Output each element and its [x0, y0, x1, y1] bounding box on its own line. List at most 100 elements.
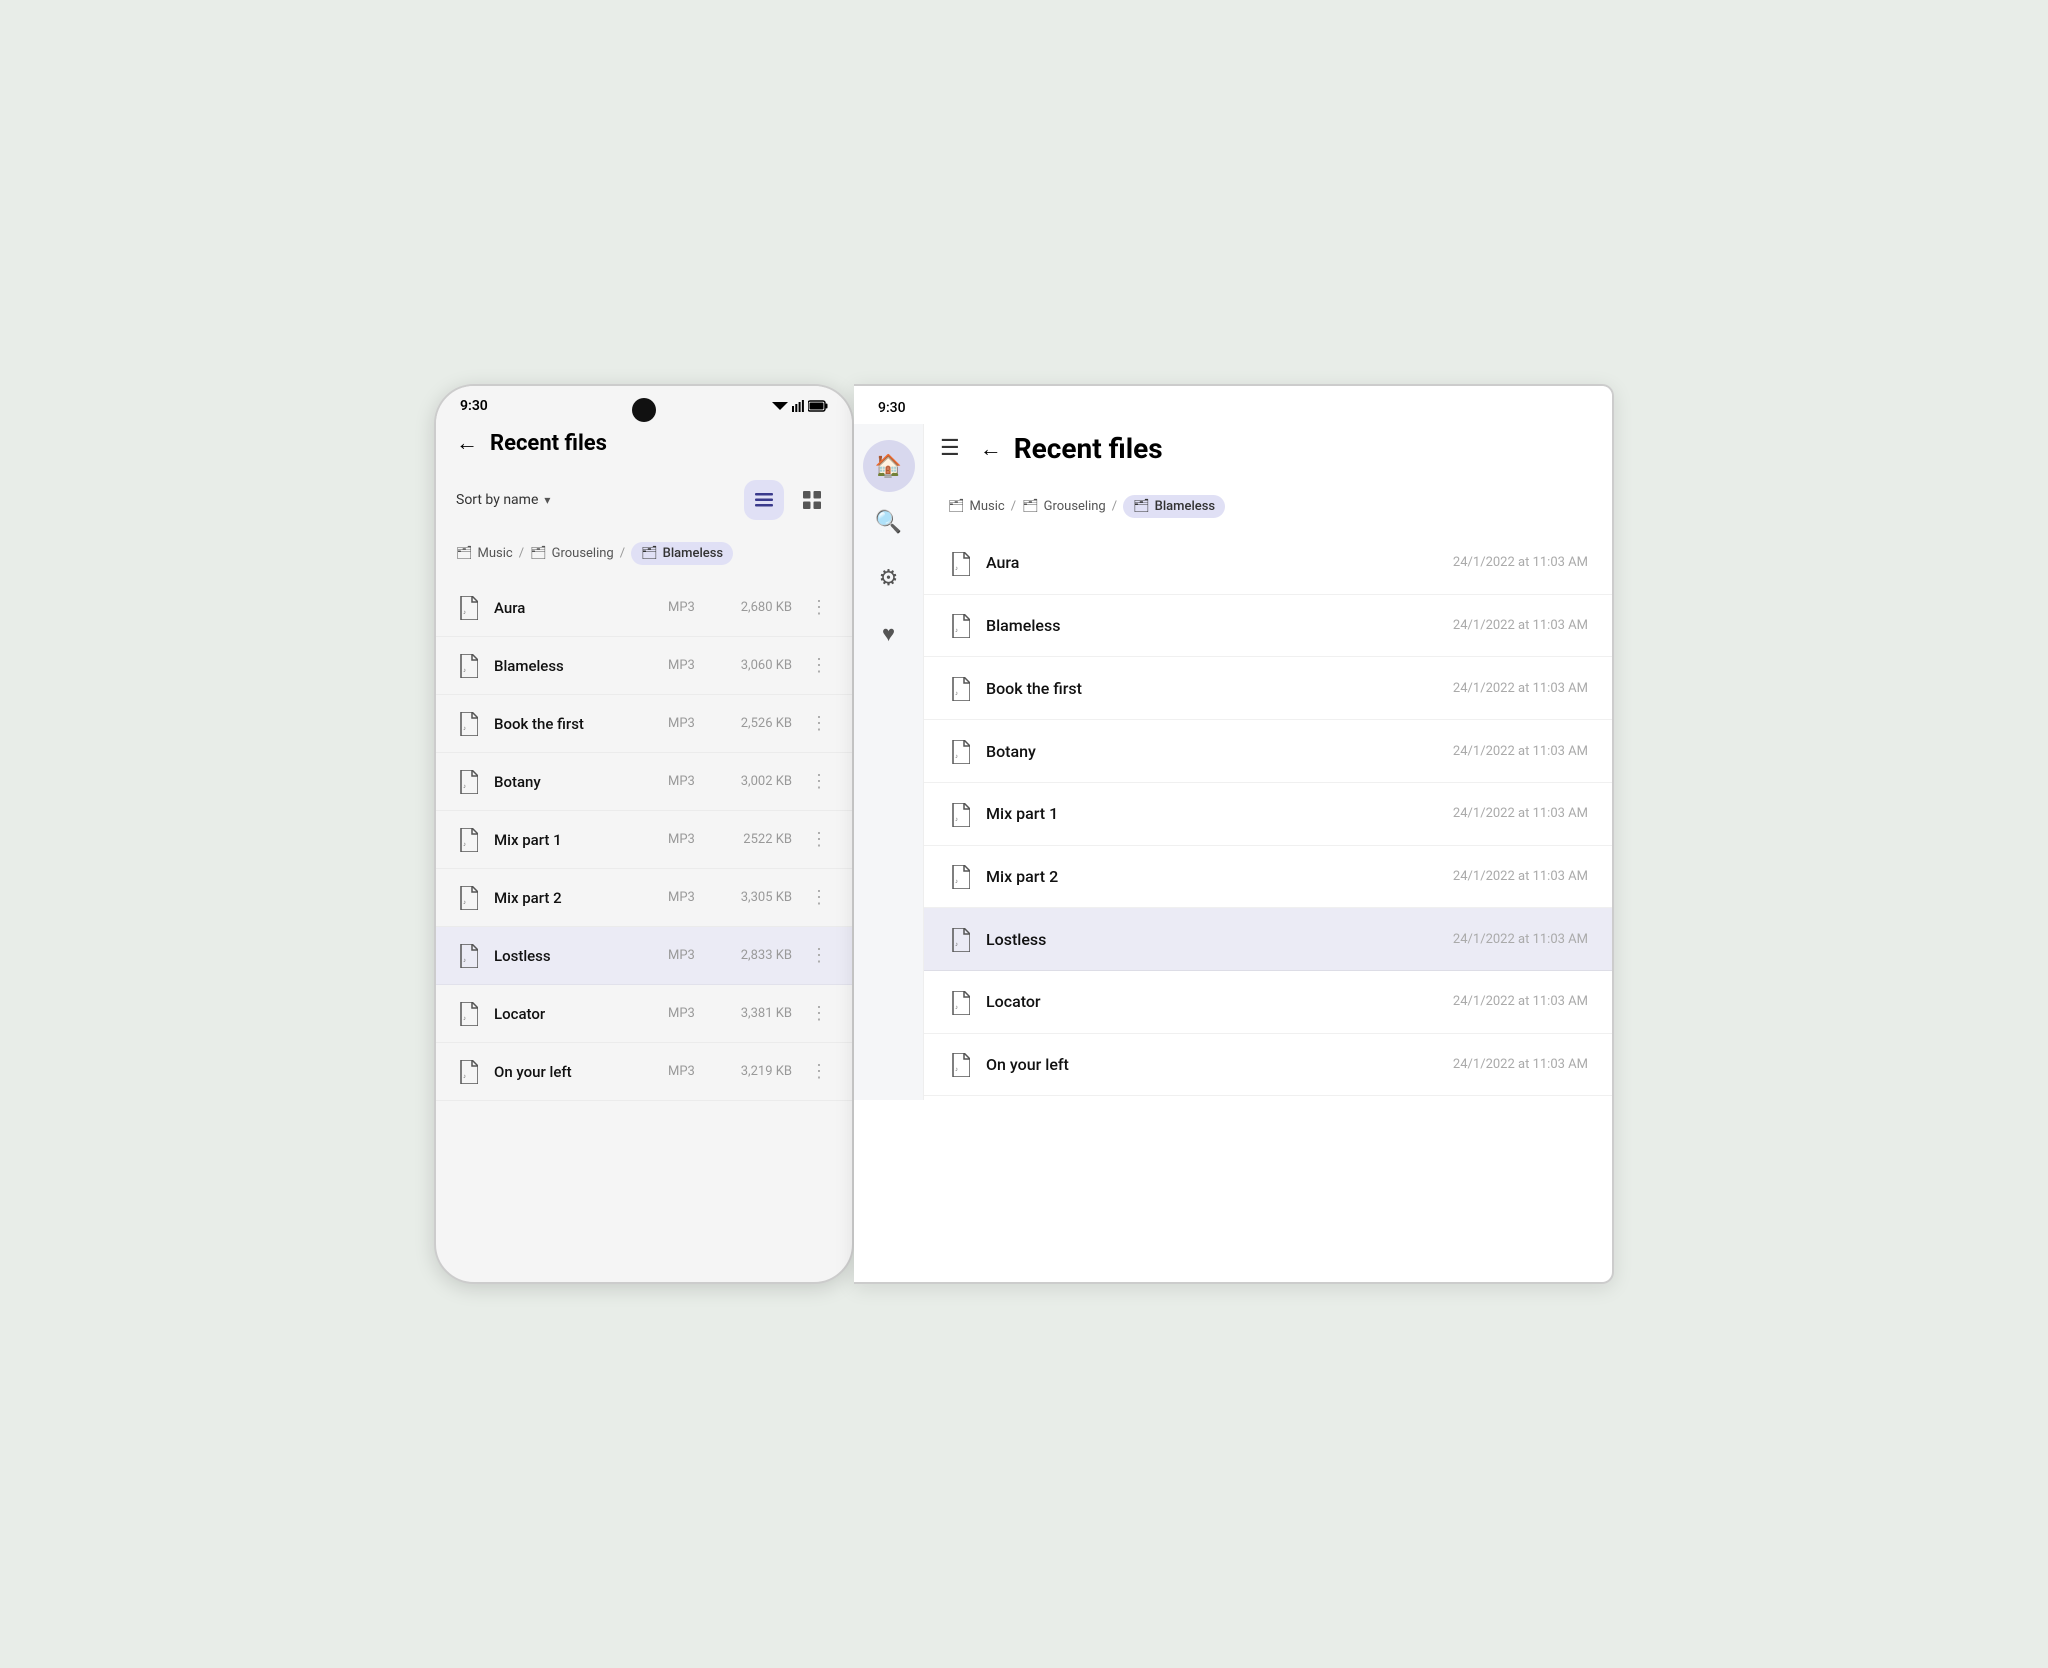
file-row[interactable]: ♪ Mix part 2 24/1/2022 at 11:03 AM	[924, 846, 1612, 909]
breadcrumb-grouseling[interactable]: 🗂 Grouseling	[530, 546, 614, 561]
file-name: On your left	[986, 1055, 1439, 1074]
file-type: MP3	[668, 1064, 708, 1079]
menu-icon[interactable]: ☰	[940, 436, 960, 461]
file-row[interactable]: ♪ Aura 24/1/2022 at 11:03 AM	[924, 532, 1612, 595]
tablet-page-title: Recent files	[1014, 432, 1163, 465]
audio-file-icon: ♪	[948, 864, 972, 890]
tablet-status-bar: 9:30	[854, 386, 1612, 424]
file-name: Aura	[494, 599, 654, 617]
more-options-icon[interactable]: ⋮	[806, 825, 832, 854]
file-type: MP3	[668, 774, 708, 789]
file-row[interactable]: ♪ On your left 24/1/2022 at 11:03 AM	[924, 1034, 1612, 1097]
file-size: 2,833 KB	[722, 948, 792, 963]
list-view-icon	[755, 493, 773, 507]
signal-icon	[792, 400, 804, 412]
file-type: MP3	[668, 600, 708, 615]
file-type: MP3	[668, 658, 708, 673]
sort-label: Sort by name	[456, 492, 538, 508]
file-date: 24/1/2022 at 11:03 AM	[1453, 994, 1588, 1009]
more-options-icon[interactable]: ⋮	[806, 709, 832, 738]
file-row[interactable]: ♪ Aura MP3 2,680 KB ⋮	[436, 579, 852, 637]
file-row[interactable]: ♪ Lostless 24/1/2022 at 11:03 AM	[924, 908, 1612, 971]
file-row[interactable]: ♪ Mix part 2 MP3 3,305 KB ⋮	[436, 869, 852, 927]
svg-text:♪: ♪	[463, 900, 466, 906]
file-name: Aura	[986, 553, 1439, 572]
phone-header: ← Recent files	[436, 422, 852, 472]
svg-text:♪: ♪	[463, 1074, 466, 1080]
audio-file-icon: ♪	[948, 801, 972, 827]
folder-icon: 🗂	[1022, 499, 1039, 514]
tablet-time: 9:30	[878, 400, 906, 416]
more-options-icon[interactable]: ⋮	[806, 999, 832, 1028]
file-size: 3,060 KB	[722, 658, 792, 673]
folder-icon: 🗂	[530, 546, 547, 561]
sidebar-item-home[interactable]: 🏠	[863, 440, 915, 492]
list-view-button[interactable]	[744, 480, 784, 520]
phone-status-bar: 9:30	[436, 386, 852, 422]
tablet-breadcrumb-grouseling[interactable]: 🗂 Grouseling	[1022, 499, 1106, 514]
file-date: 24/1/2022 at 11:03 AM	[1453, 618, 1588, 633]
file-row[interactable]: ♪ Book the first 24/1/2022 at 11:03 AM	[924, 657, 1612, 720]
file-size: 3,219 KB	[722, 1064, 792, 1079]
phone-page-title: Recent files	[490, 431, 607, 456]
file-date: 24/1/2022 at 11:03 AM	[1453, 932, 1588, 947]
svg-text:♪: ♪	[463, 726, 466, 732]
file-date: 24/1/2022 at 11:03 AM	[1453, 744, 1588, 759]
grid-view-button[interactable]	[792, 480, 832, 520]
more-options-icon[interactable]: ⋮	[806, 651, 832, 680]
file-type: MP3	[668, 716, 708, 731]
folder-icon: 🗂	[456, 546, 473, 561]
file-name: Blameless	[494, 657, 654, 675]
file-row[interactable]: ♪ On your left MP3 3,219 KB ⋮	[436, 1043, 852, 1101]
audio-file-icon: ♪	[456, 711, 480, 737]
more-options-icon[interactable]: ⋮	[806, 593, 832, 622]
file-row[interactable]: ♪ Blameless 24/1/2022 at 11:03 AM	[924, 595, 1612, 658]
file-name: Mix part 2	[986, 867, 1439, 886]
sidebar-item-settings[interactable]: ⚙	[863, 552, 915, 604]
file-row[interactable]: ♪ Book the first MP3 2,526 KB ⋮	[436, 695, 852, 753]
breadcrumb-blameless[interactable]: 🗂 Blameless	[631, 542, 733, 565]
more-options-icon[interactable]: ⋮	[806, 883, 832, 912]
tablet-back-button[interactable]: ←	[980, 436, 1002, 462]
file-size: 2,526 KB	[722, 716, 792, 731]
view-controls	[744, 480, 832, 520]
file-date: 24/1/2022 at 11:03 AM	[1453, 555, 1588, 570]
phone-file-list: ♪ Aura MP3 2,680 KB ⋮ ♪ Blameless MP3 3,…	[436, 575, 852, 1105]
file-name: Locator	[494, 1005, 654, 1023]
file-row[interactable]: ♪ Mix part 1 MP3 2522 KB ⋮	[436, 811, 852, 869]
file-name: Mix part 1	[986, 804, 1439, 823]
file-row[interactable]: ♪ Mix part 1 24/1/2022 at 11:03 AM	[924, 783, 1612, 846]
tablet-breadcrumb-blameless[interactable]: 🗂 Blameless	[1123, 495, 1225, 518]
phone-back-button[interactable]: ←	[456, 430, 478, 456]
file-row[interactable]: ♪ Locator MP3 3,381 KB ⋮	[436, 985, 852, 1043]
tablet-file-list: ♪ Aura 24/1/2022 at 11:03 AM ♪ Blameless…	[924, 528, 1612, 1100]
phone-time: 9:30	[460, 398, 488, 414]
file-row[interactable]: ♪ Botany MP3 3,002 KB ⋮	[436, 753, 852, 811]
file-row[interactable]: ♪ Blameless MP3 3,060 KB ⋮	[436, 637, 852, 695]
sidebar-item-search[interactable]: 🔍	[863, 496, 915, 548]
audio-file-icon: ♪	[948, 926, 972, 952]
more-options-icon[interactable]: ⋮	[806, 941, 832, 970]
file-type: MP3	[668, 832, 708, 847]
file-name: Botany	[494, 773, 654, 791]
breadcrumb-blameless-label: Blameless	[663, 546, 723, 561]
file-row[interactable]: ♪ Locator 24/1/2022 at 11:03 AM	[924, 971, 1612, 1034]
phone-toolbar: Sort by name ▾	[436, 472, 852, 532]
file-row[interactable]: ♪ Lostless MP3 2,833 KB ⋮	[436, 927, 852, 985]
file-size: 3,305 KB	[722, 890, 792, 905]
sidebar-item-favorites[interactable]: ♥	[863, 608, 915, 660]
more-options-icon[interactable]: ⋮	[806, 1057, 832, 1086]
phone-status-icons	[772, 400, 828, 412]
file-size: 3,381 KB	[722, 1006, 792, 1021]
sort-control[interactable]: Sort by name ▾	[456, 492, 550, 508]
breadcrumb-music[interactable]: 🗂 Music	[456, 546, 513, 561]
breadcrumb-grouseling-label: Grouseling	[552, 546, 614, 561]
more-options-icon[interactable]: ⋮	[806, 767, 832, 796]
svg-text:♪: ♪	[463, 842, 466, 848]
file-name: Blameless	[986, 616, 1439, 635]
svg-text:♪: ♪	[463, 610, 466, 616]
audio-file-icon: ♪	[456, 769, 480, 795]
svg-text:♪: ♪	[463, 958, 466, 964]
tablet-breadcrumb-music[interactable]: 🗂 Music	[948, 499, 1005, 514]
file-row[interactable]: ♪ Botany 24/1/2022 at 11:03 AM	[924, 720, 1612, 783]
